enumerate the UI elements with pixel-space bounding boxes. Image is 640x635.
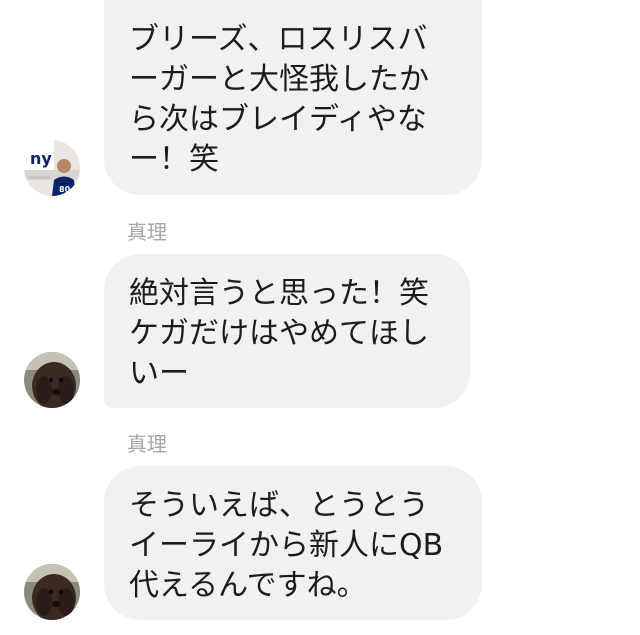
message-line: ーガーと大怪我したか [129,62,429,97]
svg-text:ny: ny [30,149,52,168]
message-line: ブリーズ、ロスリスバ [129,22,428,57]
message-line: ら次はブレイディやな [129,102,427,137]
sender-name: 真理 [127,432,167,456]
message-line: ケガだけはやめてほし [129,316,429,351]
message-line: 代えるんですね。 [129,568,367,603]
dog-avatar-icon [24,352,80,408]
message-bubble[interactable]: ブリーズ、ロスリスバ ーガーと大怪我したか ら次はブレイディやな ー！笑 [104,0,482,195]
dog-avatar-icon [24,564,80,620]
message-bubble[interactable]: そういえば、とうとう イーライから新人にQB 代えるんですね。 [104,466,482,620]
message-line: そういえば、とうとう [129,488,429,523]
chat-thread: ブリーズ、ロスリスバ ーガーと大怪我したか ら次はブレイディやな ー！笑 ny … [0,0,640,635]
giants-player-avatar-icon: ny 80 [24,140,80,196]
message-line: イーライから新人にQB [129,528,444,563]
avatar-dog[interactable] [24,352,80,408]
message-line: いー [129,356,189,391]
avatar-dog[interactable] [24,564,80,620]
svg-text:80: 80 [59,185,71,194]
message-line: 絶対言うと思った！笑 [129,276,429,311]
avatar-giants-player[interactable]: ny 80 [24,140,80,196]
sender-name: 真理 [127,220,167,244]
message-bubble[interactable]: 絶対言うと思った！笑 ケガだけはやめてほし いー [104,254,470,408]
message-line: ー！笑 [129,142,219,177]
